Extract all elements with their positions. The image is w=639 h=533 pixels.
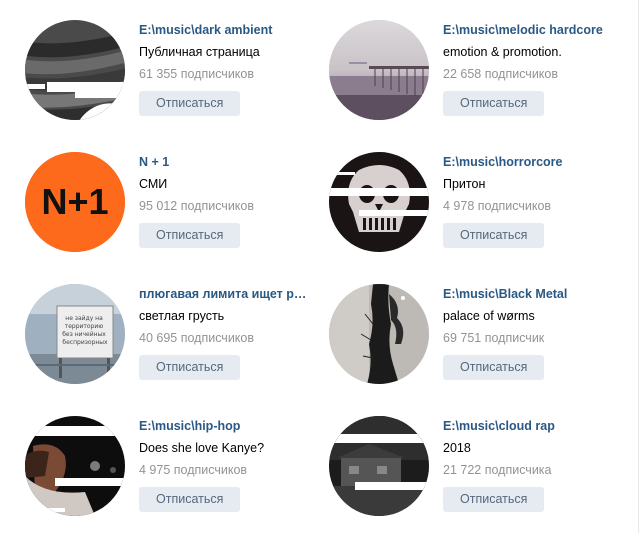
melodic-hardcore-avatar-image (329, 20, 429, 120)
group-name-link[interactable]: E:\music\hip-hop (139, 418, 309, 434)
group-description: palace of wørms (443, 309, 535, 323)
zoom-icon[interactable] (68, 98, 125, 120)
unsubscribe-button[interactable]: Отписаться (139, 91, 241, 116)
group-description: Притон (443, 177, 486, 191)
group-description: СМИ (139, 177, 168, 191)
group-description: светлая грусть (139, 309, 225, 323)
group-avatar[interactable] (329, 20, 429, 120)
group-description: 2018 (443, 441, 471, 455)
group-info: E:\music\cloud rap 2018 21 722 подписчик… (443, 416, 613, 512)
group-card: E:\music\horrorcore Притон 4 978 подписч… (304, 152, 604, 262)
group-subscribers: 22 658 подписчиков (443, 67, 559, 81)
group-subscribers: 95 012 подписчиков (139, 199, 255, 213)
group-avatar[interactable]: не зайду на территорию без ничейных бесп… (25, 284, 125, 384)
group-info: N + 1 СМИ 95 012 подписчиков Отписаться (139, 152, 309, 248)
unsubscribe-button[interactable]: Отписаться (443, 223, 545, 248)
group-card: E:\music\cloud rap 2018 21 722 подписчик… (304, 416, 604, 526)
group-name-link[interactable]: E:\music\Black Metal (443, 286, 613, 302)
group-subscribers: 21 722 подписчика (443, 463, 552, 477)
group-subscribers: 4 978 подписчиков (443, 199, 552, 213)
group-card: E:\music\dark ambient Публичная страница… (0, 20, 300, 130)
n-plus-one-logo-avatar-image: N+1 (25, 152, 125, 252)
group-card: не зайду на территорию без ничейных бесп… (0, 284, 309, 394)
group-name-link[interactable]: плюгавая лимита ищет ра... (139, 286, 309, 302)
group-description: Does she love Kanye? (139, 441, 265, 455)
group-name-link[interactable]: N + 1 (139, 154, 309, 170)
group-name-link[interactable]: E:\music\melodic hardcore (443, 22, 613, 38)
sign-handwriting: не зайду на территорию без ничейных бесп… (62, 315, 108, 346)
group-card: N+1 N + 1 СМИ 95 012 подписчиков Отписат… (0, 152, 300, 262)
unsubscribe-button[interactable]: Отписаться (443, 487, 545, 512)
group-subscribers: 4 975 подписчиков (139, 463, 248, 477)
unsubscribe-button[interactable]: Отписаться (139, 355, 241, 380)
unsubscribe-button[interactable]: Отписаться (443, 91, 545, 116)
group-avatar[interactable] (329, 416, 429, 516)
hip-hop-avatar-image (25, 416, 125, 516)
horrorcore-skull-avatar-image (329, 152, 429, 252)
group-info: E:\music\dark ambient Публичная страница… (139, 20, 309, 116)
group-info: E:\music\Black Metal palace of wørms 69 … (443, 284, 613, 380)
black-metal-avatar-image (329, 284, 429, 384)
group-subscribers: 40 695 подписчиков (139, 331, 255, 345)
unsubscribe-button[interactable]: Отписаться (443, 355, 545, 380)
graffiti-sign-avatar-image: не зайду на территорию без ничейных бесп… (25, 284, 125, 384)
group-subscribers: 61 355 подписчиков (139, 67, 255, 81)
group-name-link[interactable]: E:\music\dark ambient (139, 22, 309, 38)
group-card: E:\music\Black Metal palace of wørms 69 … (304, 284, 604, 394)
group-avatar[interactable] (329, 152, 429, 252)
group-subscribers: 69 751 подписчик (443, 331, 545, 345)
group-avatar[interactable] (25, 20, 125, 120)
group-description: Публичная страница (139, 45, 260, 59)
group-name-link[interactable]: E:\music\cloud rap (443, 418, 613, 434)
group-info: плюгавая лимита ищет ра... светлая груст… (139, 284, 309, 380)
group-card: E:\music\melodic hardcore emotion & prom… (304, 20, 604, 130)
unsubscribe-button[interactable]: Отписаться (139, 487, 241, 512)
avatar-logo-text: N+1 (41, 181, 108, 222)
group-description: emotion & promotion. (443, 45, 562, 59)
group-avatar[interactable] (25, 416, 125, 516)
groups-grid: E:\music\dark ambient Публичная страница… (0, 0, 638, 533)
group-info: E:\music\horrorcore Притон 4 978 подписч… (443, 152, 613, 248)
group-avatar[interactable] (329, 284, 429, 384)
group-avatar[interactable]: N+1 (25, 152, 125, 252)
group-name-link[interactable]: E:\music\horrorcore (443, 154, 613, 170)
group-card: E:\music\hip-hop Does she love Kanye? 4 … (0, 416, 300, 526)
cloud-rap-avatar-image (329, 416, 429, 516)
group-info: E:\music\melodic hardcore emotion & prom… (443, 20, 613, 116)
unsubscribe-button[interactable]: Отписаться (139, 223, 241, 248)
group-info: E:\music\hip-hop Does she love Kanye? 4 … (139, 416, 309, 512)
